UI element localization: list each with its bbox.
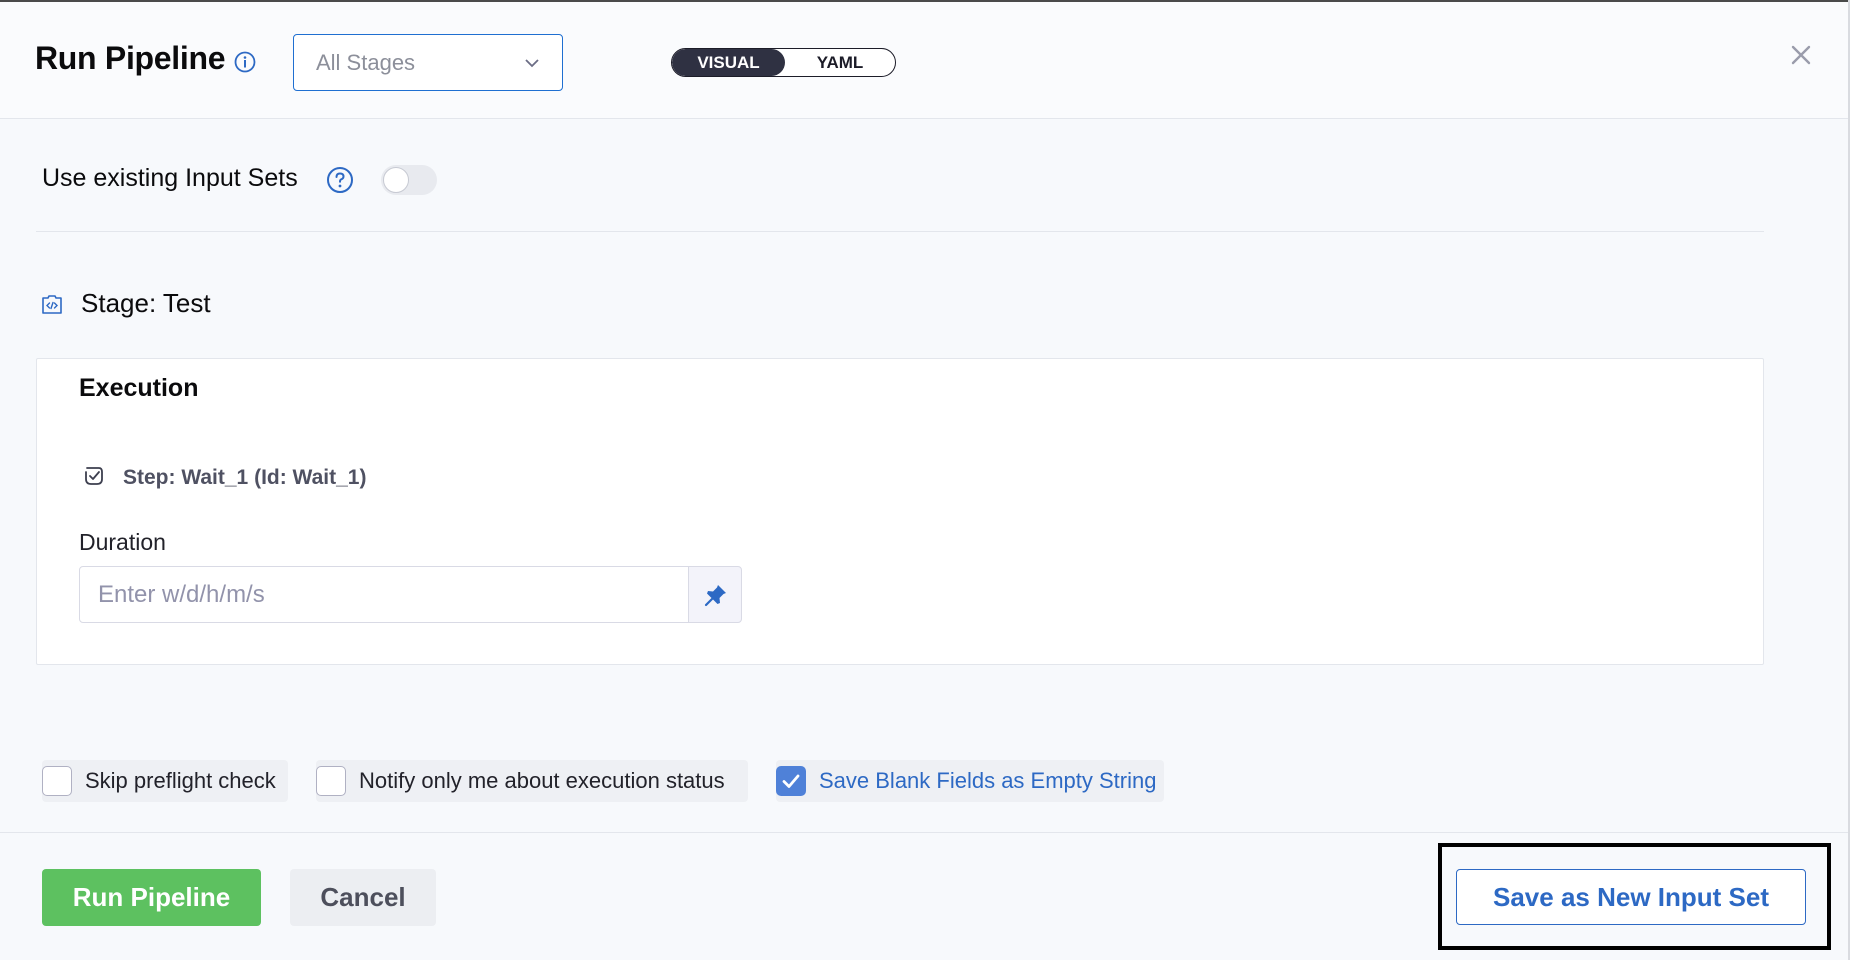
stage-select[interactable]: All Stages: [293, 34, 563, 91]
notify-checkbox[interactable]: [316, 766, 346, 796]
yaml-tab[interactable]: YAML: [785, 49, 895, 76]
step-label: Step: Wait_1 (Id: Wait_1): [123, 466, 367, 489]
dialog-header: Run Pipeline All Stages VISUAL YAML: [0, 2, 1848, 119]
run-pipeline-button[interactable]: Run Pipeline: [42, 869, 261, 926]
duration-label: Duration: [79, 529, 166, 555]
input-sets-toggle[interactable]: [381, 165, 437, 195]
view-toggle: VISUAL YAML: [671, 48, 896, 77]
save-blank-checkbox[interactable]: [776, 766, 806, 796]
input-sets-label: Use existing Input Sets: [42, 164, 298, 192]
save-blank-option[interactable]: Save Blank Fields as Empty String: [776, 760, 1164, 802]
checkmark-icon: [782, 774, 800, 788]
duration-input[interactable]: [79, 566, 698, 623]
notify-option[interactable]: Notify only me about execution status: [316, 760, 748, 802]
info-icon[interactable]: [234, 51, 256, 73]
skip-preflight-option[interactable]: Skip preflight check: [42, 760, 288, 802]
divider: [36, 231, 1764, 232]
skip-preflight-label: Skip preflight check: [85, 768, 276, 793]
chevron-down-icon: [525, 59, 539, 68]
save-as-new-input-set-button[interactable]: Save as New Input Set: [1456, 869, 1806, 925]
help-icon[interactable]: [326, 166, 354, 194]
cancel-button[interactable]: Cancel: [290, 869, 436, 926]
step-icon: [85, 467, 103, 485]
dialog-title: Run Pipeline: [35, 40, 226, 76]
save-blank-label: Save Blank Fields as Empty String: [819, 768, 1157, 793]
execution-card: Execution Step: Wait_1 (Id: Wait_1) Dura…: [36, 358, 1764, 665]
stage-select-value: All Stages: [316, 50, 416, 75]
visual-tab[interactable]: VISUAL: [672, 49, 785, 76]
stage-icon: [42, 295, 62, 314]
execution-title: Execution: [79, 374, 199, 402]
toggle-knob: [383, 167, 409, 193]
close-icon[interactable]: [1790, 44, 1812, 66]
skip-preflight-checkbox[interactable]: [42, 766, 72, 796]
stage-title: Stage: Test: [81, 288, 211, 318]
pin-icon: [704, 585, 726, 607]
footer-divider: [0, 832, 1848, 833]
pin-button[interactable]: [688, 566, 742, 623]
notify-label: Notify only me about execution status: [359, 768, 725, 793]
